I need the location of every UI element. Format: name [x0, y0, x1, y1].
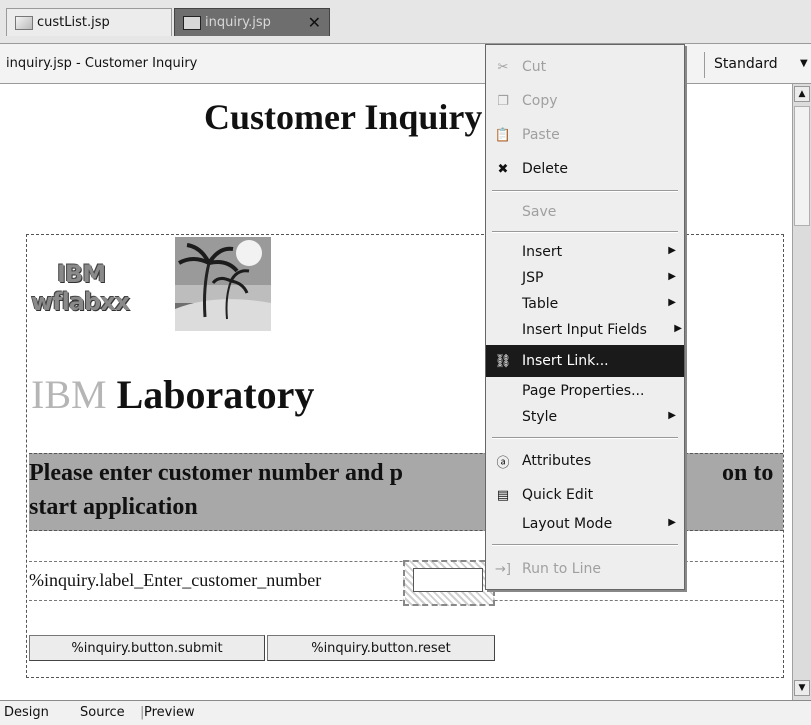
view-tab-bar: Design Source | Preview [0, 700, 811, 725]
context-menu: ✂ Cut ❐ Copy 📋 Paste ✖ Delete Save Inser… [485, 44, 685, 590]
menu-item-label: Paste [522, 127, 560, 143]
menu-separator [492, 231, 678, 233]
page-heading: Customer Inquiry [204, 97, 483, 137]
view-mode-select[interactable]: Standard [714, 56, 778, 72]
customer-number-label: %inquiry.label_Enter_customer_number [29, 570, 322, 590]
quick-edit-icon: ▤ [496, 487, 510, 503]
menu-item-page-properties[interactable]: Page Properties... [486, 379, 684, 403]
customer-number-input[interactable] [413, 568, 483, 592]
scissors-icon: ✂ [497, 59, 509, 75]
submenu-arrow-icon: ▶ [668, 410, 676, 421]
delete-icon: ✖ [497, 161, 509, 177]
menu-item-run-to-line[interactable]: →] Run to Line [486, 557, 684, 581]
tab-label: custList.jsp [37, 15, 110, 30]
menu-item-paste[interactable]: 📋 Paste [486, 123, 684, 147]
menu-item-label: Attributes [522, 453, 592, 469]
menu-item-insert[interactable]: Insert ▶ [486, 240, 684, 264]
laboratory-heading: IBM Laboratory [31, 371, 314, 418]
submenu-arrow-icon: ▶ [668, 245, 676, 256]
submit-button[interactable]: %inquiry.button.submit [29, 635, 265, 661]
banner-text: on to [722, 460, 774, 486]
close-icon[interactable]: ✕ [308, 13, 321, 32]
editor-tab-bar: custList.jsp inquiry.jsp ✕ [0, 0, 811, 44]
menu-item-jsp[interactable]: JSP ▶ [486, 266, 684, 290]
submenu-arrow-icon: ▶ [674, 323, 682, 334]
reset-button[interactable]: %inquiry.button.reset [267, 635, 495, 661]
menu-separator [492, 437, 678, 439]
run-to-line-icon: →] [495, 561, 511, 577]
tab-label: inquiry.jsp [205, 15, 271, 30]
menu-item-label: Style [522, 409, 558, 425]
editor-title: inquiry.jsp - Customer Inquiry [6, 56, 198, 71]
menu-item-insert-link[interactable]: ⛓ Insert Link... [486, 345, 684, 377]
menu-item-attributes[interactable]: ⓐ Attributes [486, 449, 684, 473]
menu-item-label: Layout Mode [522, 516, 613, 532]
menu-item-save[interactable]: Save [486, 200, 684, 224]
link-icon: ⛓ [494, 353, 512, 369]
menu-item-insert-input-fields[interactable]: Insert Input Fields ▶ [486, 318, 684, 342]
field-selection-border[interactable] [403, 560, 495, 606]
copy-icon: ❐ [497, 93, 509, 109]
tab-design[interactable]: Design [4, 705, 49, 720]
menu-item-label: Table [522, 296, 559, 312]
vertical-scrollbar[interactable]: ▲ ▼ [792, 84, 811, 700]
menu-item-label: Quick Edit [522, 487, 594, 503]
menu-separator [492, 544, 678, 546]
menu-item-label: Copy [522, 93, 558, 109]
menu-item-label: Cut [522, 59, 547, 75]
menu-item-copy[interactable]: ❐ Copy [486, 89, 684, 113]
menu-item-style[interactable]: Style ▶ [486, 405, 684, 429]
menu-separator [492, 190, 678, 192]
banner-text: start application [29, 494, 198, 520]
heading-laboratory: Laboratory [116, 372, 315, 417]
tab-preview[interactable]: Preview [144, 705, 195, 720]
jsp-file-icon [15, 15, 33, 30]
menu-item-label: Insert [522, 244, 563, 260]
menu-item-label: JSP [522, 270, 544, 286]
heading-ibm: IBM [31, 372, 107, 417]
tab-inquiry[interactable]: inquiry.jsp ✕ [174, 8, 330, 36]
attributes-icon: ⓐ [496, 455, 510, 471]
logo-text: wflabxx [31, 288, 130, 316]
scroll-thumb[interactable] [794, 106, 810, 226]
chevron-down-icon[interactable]: ▼ [800, 58, 808, 69]
paste-icon: 📋 [494, 127, 512, 143]
tab-source[interactable]: Source [80, 705, 125, 720]
menu-item-label: Save [522, 204, 557, 220]
island-image[interactable] [175, 237, 271, 331]
menu-item-layout-mode[interactable]: Layout Mode ▶ [486, 512, 684, 536]
menu-item-table[interactable]: Table ▶ [486, 292, 684, 316]
menu-item-label: Insert Link... [522, 353, 609, 369]
submenu-arrow-icon: ▶ [668, 271, 676, 282]
menu-item-label: Insert Input Fields [522, 322, 647, 338]
wflab-logo-image[interactable]: IBM wflabxx [29, 259, 179, 329]
menu-item-label: Page Properties... [522, 383, 645, 399]
scroll-down-icon[interactable]: ▼ [794, 680, 810, 696]
menu-item-cut[interactable]: ✂ Cut [486, 55, 684, 79]
logo-text: IBM [57, 260, 106, 288]
banner-text: Please enter customer number and p [29, 460, 403, 486]
submenu-arrow-icon: ▶ [668, 517, 676, 528]
toolbar-separator [704, 52, 705, 78]
submenu-arrow-icon: ▶ [668, 297, 676, 308]
menu-item-delete[interactable]: ✖ Delete [486, 157, 684, 181]
menu-item-label: Delete [522, 161, 568, 177]
tab-custlist[interactable]: custList.jsp [6, 8, 172, 36]
menu-item-quick-edit[interactable]: ▤ Quick Edit [486, 483, 684, 507]
jsp-file-icon [183, 15, 201, 30]
editor-title-bar: inquiry.jsp - Customer Inquiry Standard … [0, 44, 811, 84]
scroll-up-icon[interactable]: ▲ [794, 86, 810, 102]
menu-item-label: Run to Line [522, 561, 601, 577]
